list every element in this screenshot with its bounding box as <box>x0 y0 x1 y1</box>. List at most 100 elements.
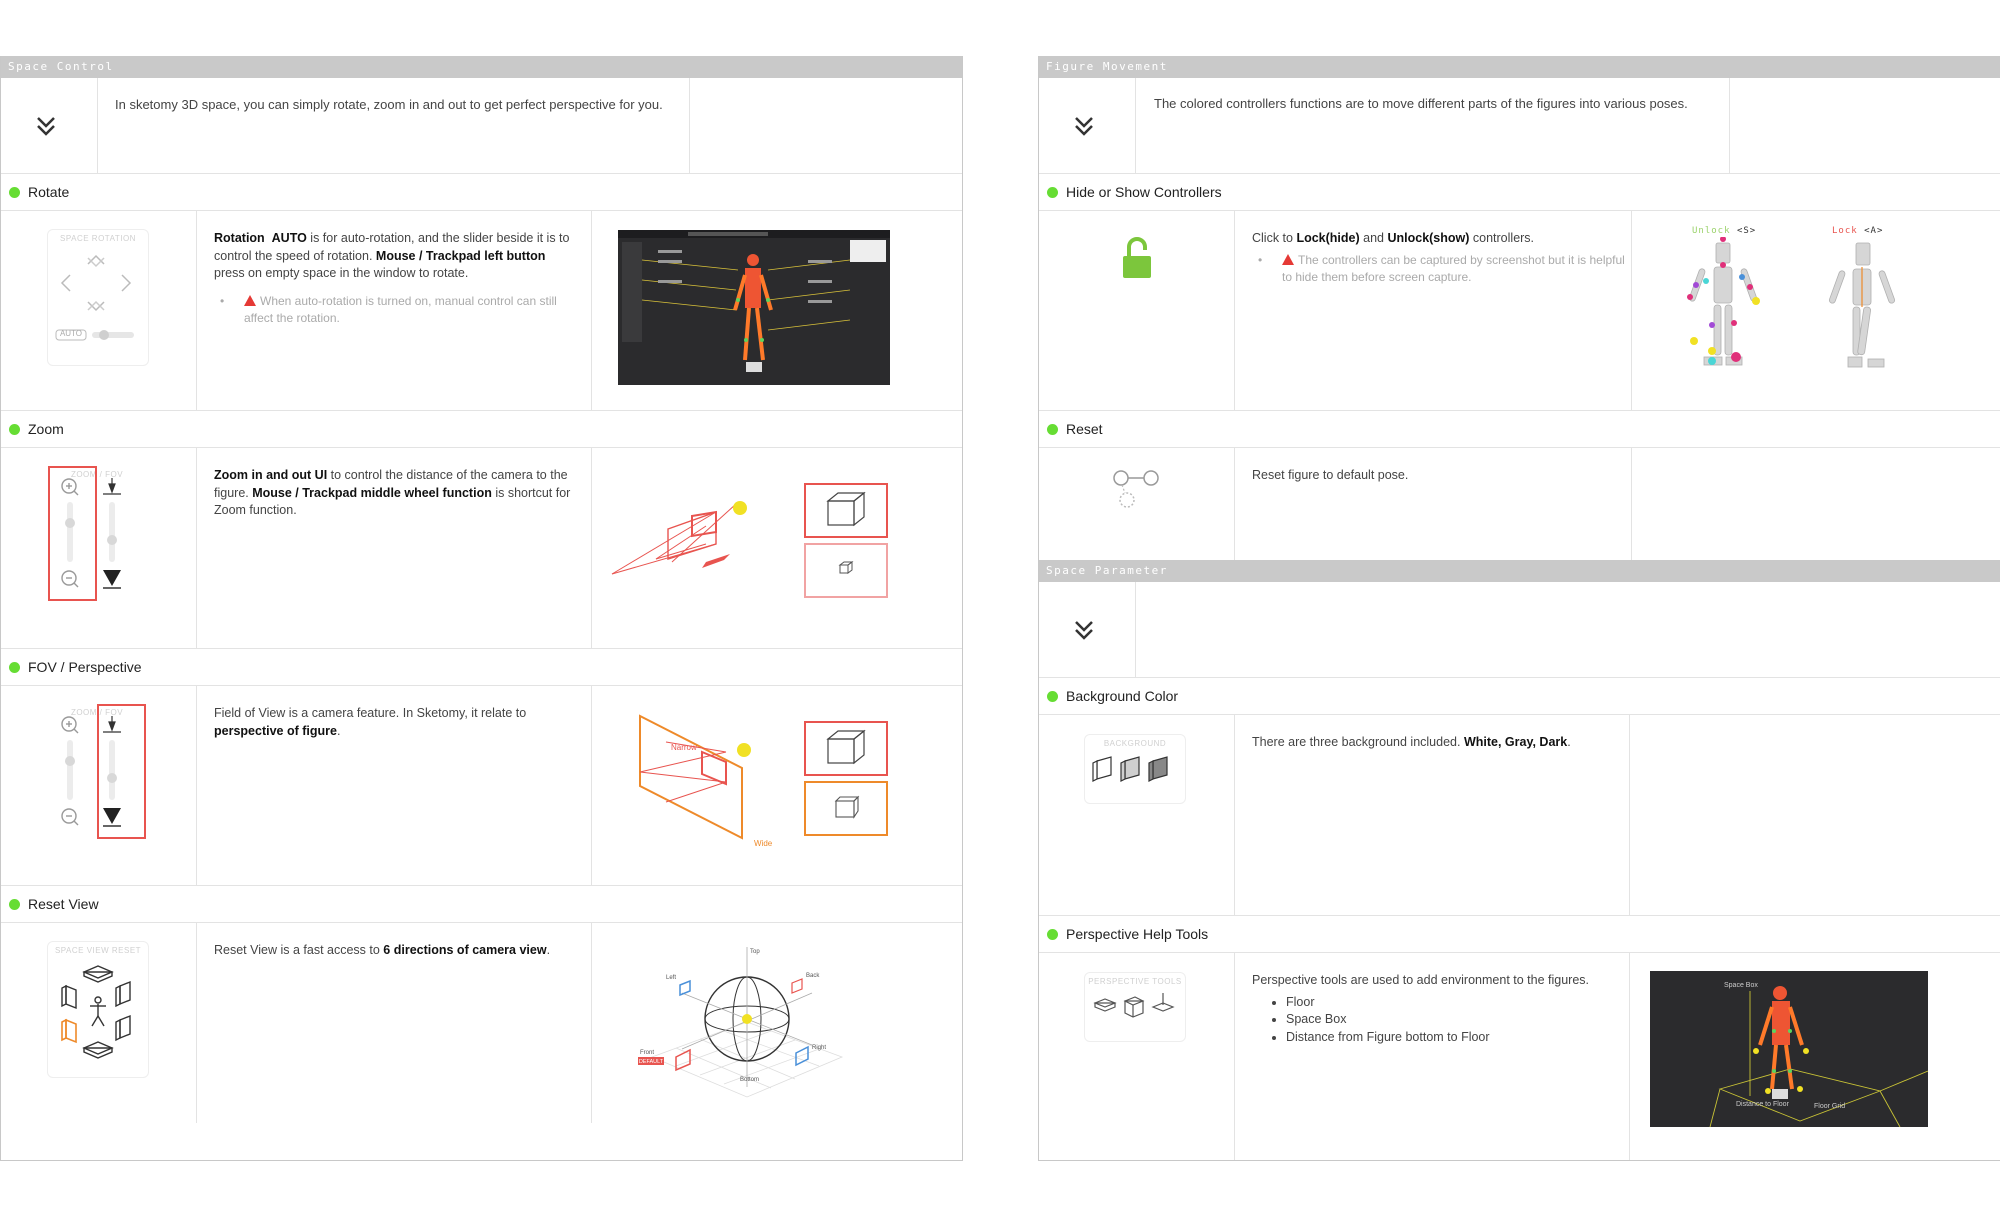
app-screenshot-image <box>618 230 890 385</box>
section-title: Background Color <box>1066 688 1179 704</box>
chevron-down-icon[interactable] <box>35 114 57 138</box>
zoom-in-icon <box>61 716 79 734</box>
hide-show-note: The controllers can be captured by scree… <box>1252 252 1627 286</box>
dir-back-label: Back <box>806 973 820 979</box>
view-front-icon <box>65 1018 77 1044</box>
section-reset-row: Reset figure to default pose. <box>1039 448 2000 560</box>
chevron-down-icon[interactable] <box>1073 618 1095 642</box>
space-control-intro: In sketomy 3D space, you can simply rota… <box>1 78 962 174</box>
fov-narrow-box <box>804 721 888 776</box>
zoom-far-box <box>804 543 888 598</box>
rotate-down-icon <box>87 301 105 312</box>
space-control-panel: Space Control In sketomy 3D space, you c… <box>0 56 963 1161</box>
intro-text: In sketomy 3D space, you can simply rota… <box>115 97 663 112</box>
section-title: Hide or Show Controllers <box>1066 184 1222 200</box>
unlock-caption: Unlock <S> <box>1692 226 1757 236</box>
reset-description: Reset figure to default pose. <box>1252 468 1409 482</box>
rotate-description: Rotation AUTO is for auto-rotation, and … <box>214 230 579 327</box>
dir-bottom-label: Bottom <box>740 1077 759 1083</box>
fov-wide-icon <box>103 808 121 827</box>
section-title: Reset View <box>28 896 99 912</box>
distance-tool-icon <box>1151 993 1175 1012</box>
dir-left-label: Left <box>666 975 676 981</box>
fov-illustration: Narrow Wide <box>639 714 773 848</box>
status-dot <box>1047 929 1058 940</box>
wide-label: Wide <box>754 839 773 848</box>
dir-right-label: Right <box>812 1045 826 1051</box>
view-left-icon <box>65 984 77 1010</box>
view-back-icon <box>119 980 131 1006</box>
auto-toggle[interactable]: AUTO <box>56 329 86 338</box>
background-widget: BACKGROUND <box>1084 734 1186 804</box>
list-item: Distance from Figure bottom to Floor <box>1286 1029 1627 1047</box>
warning-icon <box>244 294 256 306</box>
chevron-down-icon[interactable] <box>1073 114 1095 138</box>
list-item: Space Box <box>1286 1011 1627 1029</box>
perspective-description: Perspective tools are used to add enviro… <box>1252 972 1627 1046</box>
fov-wide-box <box>804 781 888 836</box>
floor-grid-label: Floor Grid <box>1814 1103 1845 1110</box>
space-rotation-widget: SPACE ROTATION AUTO <box>47 229 149 366</box>
unlock-icon[interactable] <box>1121 237 1153 279</box>
reset-pose-icon[interactable] <box>1111 468 1163 510</box>
figure-movement-panel: Figure Movement The colored controllers … <box>1038 56 2000 1161</box>
cube-perspective-icon <box>834 795 860 819</box>
status-dot <box>1047 424 1058 435</box>
background-description: There are three background included. Whi… <box>1252 735 1571 749</box>
perspective-tools-list: Floor Space Box Distance from Figure bot… <box>1252 994 1627 1047</box>
section-background-header: Background Color <box>1039 677 2000 715</box>
distance-label: Distance to Floor <box>1736 1101 1790 1108</box>
space-view-reset-widget: SPACE VIEW RESET <box>47 941 149 1078</box>
section-fov-header: FOV / Perspective <box>1 648 962 686</box>
section-reset-header: Reset <box>1039 410 2000 448</box>
reset-view-description: Reset View is a fast access to 6 directi… <box>214 943 551 957</box>
intro-text: The colored controllers functions are to… <box>1154 96 1688 111</box>
section-zoom-row: ZOOM / FOV Zoom in and out UI to control… <box>1 448 962 649</box>
section-reset-view-header: Reset View <box>1 885 962 923</box>
status-dot <box>1047 691 1058 702</box>
zoom-in-icon <box>61 478 79 496</box>
cube-small-icon <box>838 561 854 574</box>
status-dot <box>9 187 20 198</box>
camera-directions-diagram: DEFAULT Top Back Left Right Front Bottom <box>638 947 844 1098</box>
floor-tool-icon <box>1093 998 1117 1012</box>
section-title: FOV / Perspective <box>28 659 142 675</box>
zoom-fov-widget: ZOOM / FOV <box>47 704 147 839</box>
perspective-tools-widget: PERSPECTIVE TOOLS <box>1084 972 1186 1042</box>
bg-gray-icon <box>1120 756 1140 782</box>
space-parameter-header: Space Parameter <box>1039 560 2000 582</box>
perspective-tools-screenshot: Space Box Distance to Floor Floor Grid <box>1650 971 1928 1127</box>
section-perspective-row: PERSPECTIVE TOOLS Perspective tools are … <box>1039 953 2000 1160</box>
figure-movement-header: Figure Movement <box>1039 56 2000 78</box>
default-badge: DEFAULT <box>639 1059 664 1065</box>
section-fov-row: ZOOM / FOV Field of View is a camera fea… <box>1 686 962 886</box>
lock-caption: Lock <A> <box>1832 226 1884 236</box>
zoom-description: Zoom in and out UI to control the distan… <box>214 468 571 517</box>
rotate-note: When auto-rotation is turned on, manual … <box>214 293 579 327</box>
cube-large-icon <box>826 729 866 765</box>
figure-movement-intro: The colored controllers functions are to… <box>1039 78 2000 174</box>
fov-wide-icon <box>103 570 121 589</box>
rotate-right-icon <box>121 274 132 292</box>
section-reset-view-row: SPACE VIEW RESET Reset View is a fast ac… <box>1 923 962 1160</box>
section-title: Reset <box>1066 421 1103 437</box>
space-parameter-intro <box>1039 582 2000 678</box>
section-title: Rotate <box>28 184 70 200</box>
controllers-comparison-image <box>1687 237 1896 368</box>
section-hide-show-header: Hide or Show Controllers <box>1039 173 2000 211</box>
rotate-left-icon <box>60 274 71 292</box>
fov-narrow-icon <box>103 478 121 495</box>
dir-front-label: Front <box>640 1050 654 1056</box>
section-hide-show-row: Click to Lock(hide) and Unlock(show) con… <box>1039 211 2000 411</box>
narrow-label: Narrow <box>671 743 697 752</box>
fov-description: Field of View is a camera feature. In Sk… <box>214 706 527 738</box>
zoom-out-icon <box>61 808 79 826</box>
space-box-label: Space Box <box>1724 982 1758 989</box>
status-dot <box>9 424 20 435</box>
warning-icon <box>1282 253 1294 265</box>
section-title: Zoom <box>28 421 64 437</box>
zoom-fov-widget: ZOOM / FOV <box>47 466 147 601</box>
dir-top-label: Top <box>750 949 760 955</box>
section-zoom-header: Zoom <box>1 410 962 448</box>
list-item: Floor <box>1286 994 1627 1012</box>
